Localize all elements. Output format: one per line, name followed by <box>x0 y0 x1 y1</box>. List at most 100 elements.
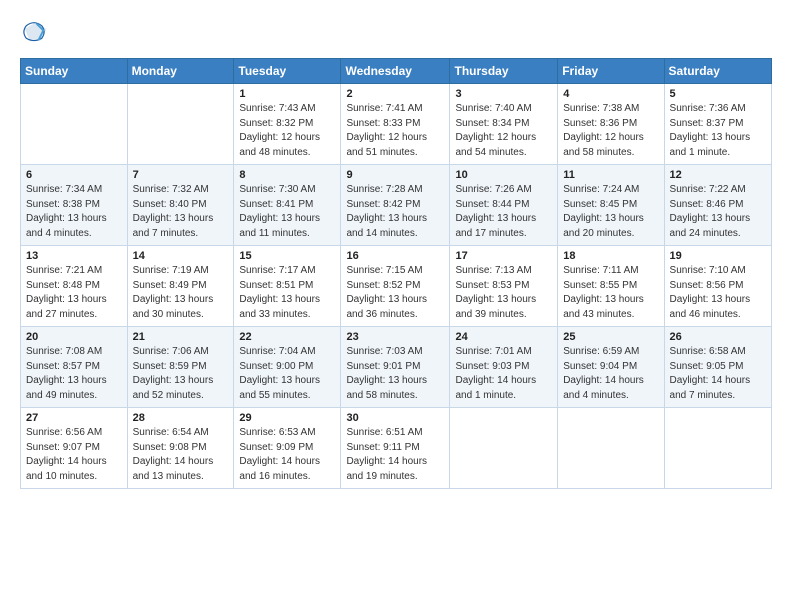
sunset-label: Sunset: <box>239 199 276 210</box>
logo-icon <box>20 18 48 46</box>
day-number: 30 <box>346 412 444 424</box>
calendar-cell <box>21 84 128 165</box>
sunset-label: Sunset: <box>670 280 707 291</box>
sunset-time: 9:07 PM <box>63 442 100 453</box>
calendar-cell: 9 Sunrise: 7:28 AM Sunset: 8:42 PM Dayli… <box>341 165 450 246</box>
calendar-day-header: Tuesday <box>234 59 341 84</box>
daylight-label: Daylight: 13 hours and 4 minutes. <box>26 213 107 239</box>
day-info: Sunrise: 7:30 AM Sunset: 8:41 PM Dayligh… <box>239 183 335 241</box>
calendar-cell: 8 Sunrise: 7:30 AM Sunset: 8:41 PM Dayli… <box>234 165 341 246</box>
daylight-label: Daylight: 12 hours and 48 minutes. <box>239 132 320 158</box>
calendar-cell: 23 Sunrise: 7:03 AM Sunset: 9:01 PM Dayl… <box>341 327 450 408</box>
sunrise-label: Sunrise: <box>563 184 602 195</box>
daylight-label: Daylight: 13 hours and 7 minutes. <box>133 213 214 239</box>
sunset-time: 8:52 PM <box>383 280 420 291</box>
calendar-cell: 13 Sunrise: 7:21 AM Sunset: 8:48 PM Dayl… <box>21 246 128 327</box>
day-info: Sunrise: 7:03 AM Sunset: 9:01 PM Dayligh… <box>346 345 444 403</box>
calendar-cell: 18 Sunrise: 7:11 AM Sunset: 8:55 PM Dayl… <box>558 246 664 327</box>
calendar-cell: 6 Sunrise: 7:34 AM Sunset: 8:38 PM Dayli… <box>21 165 128 246</box>
sunrise-label: Sunrise: <box>670 103 709 114</box>
day-number: 5 <box>670 88 766 100</box>
sunset-time: 8:56 PM <box>706 280 743 291</box>
sunrise-time: 7:21 AM <box>65 265 102 276</box>
sunrise-label: Sunrise: <box>455 103 494 114</box>
day-info: Sunrise: 7:32 AM Sunset: 8:40 PM Dayligh… <box>133 183 229 241</box>
day-info: Sunrise: 7:38 AM Sunset: 8:36 PM Dayligh… <box>563 102 658 160</box>
daylight-label: Daylight: 13 hours and 58 minutes. <box>346 375 427 401</box>
sunset-time: 8:36 PM <box>600 118 637 129</box>
sunset-time: 9:11 PM <box>383 442 420 453</box>
daylight-label: Daylight: 13 hours and 14 minutes. <box>346 213 427 239</box>
sunset-label: Sunset: <box>563 361 600 372</box>
calendar-cell: 21 Sunrise: 7:06 AM Sunset: 8:59 PM Dayl… <box>127 327 234 408</box>
daylight-label: Daylight: 13 hours and 11 minutes. <box>239 213 320 239</box>
sunrise-label: Sunrise: <box>346 184 385 195</box>
sunrise-time: 6:51 AM <box>386 427 423 438</box>
day-number: 29 <box>239 412 335 424</box>
daylight-label: Daylight: 13 hours and 24 minutes. <box>670 213 751 239</box>
sunrise-label: Sunrise: <box>563 265 602 276</box>
sunrise-time: 7:43 AM <box>279 103 316 114</box>
day-info: Sunrise: 6:59 AM Sunset: 9:04 PM Dayligh… <box>563 345 658 403</box>
day-info: Sunrise: 6:56 AM Sunset: 9:07 PM Dayligh… <box>26 426 122 484</box>
sunrise-time: 7:30 AM <box>279 184 316 195</box>
sunrise-label: Sunrise: <box>133 427 172 438</box>
daylight-label: Daylight: 13 hours and 55 minutes. <box>239 375 320 401</box>
sunrise-label: Sunrise: <box>563 103 602 114</box>
sunset-label: Sunset: <box>563 118 600 129</box>
sunrise-label: Sunrise: <box>26 265 65 276</box>
sunset-time: 8:49 PM <box>169 280 206 291</box>
daylight-label: Daylight: 14 hours and 13 minutes. <box>133 456 214 482</box>
sunrise-time: 7:03 AM <box>386 346 423 357</box>
daylight-label: Daylight: 12 hours and 58 minutes. <box>563 132 644 158</box>
sunrise-label: Sunrise: <box>346 265 385 276</box>
sunrise-time: 7:13 AM <box>495 265 532 276</box>
day-info: Sunrise: 7:06 AM Sunset: 8:59 PM Dayligh… <box>133 345 229 403</box>
calendar-cell: 16 Sunrise: 7:15 AM Sunset: 8:52 PM Dayl… <box>341 246 450 327</box>
sunset-time: 8:40 PM <box>169 199 206 210</box>
day-number: 3 <box>455 88 552 100</box>
sunset-time: 8:38 PM <box>63 199 100 210</box>
day-number: 6 <box>26 169 122 181</box>
sunrise-time: 7:08 AM <box>65 346 102 357</box>
day-info: Sunrise: 7:13 AM Sunset: 8:53 PM Dayligh… <box>455 264 552 322</box>
daylight-label: Daylight: 14 hours and 1 minute. <box>455 375 536 401</box>
day-info: Sunrise: 7:04 AM Sunset: 9:00 PM Dayligh… <box>239 345 335 403</box>
daylight-label: Daylight: 13 hours and 46 minutes. <box>670 294 751 320</box>
sunrise-time: 7:15 AM <box>386 265 423 276</box>
day-number: 25 <box>563 331 658 343</box>
sunset-label: Sunset: <box>133 442 170 453</box>
sunrise-label: Sunrise: <box>133 265 172 276</box>
calendar-cell: 14 Sunrise: 7:19 AM Sunset: 8:49 PM Dayl… <box>127 246 234 327</box>
sunset-time: 8:48 PM <box>63 280 100 291</box>
sunset-label: Sunset: <box>563 280 600 291</box>
day-number: 10 <box>455 169 552 181</box>
day-number: 7 <box>133 169 229 181</box>
day-info: Sunrise: 7:43 AM Sunset: 8:32 PM Dayligh… <box>239 102 335 160</box>
day-info: Sunrise: 7:11 AM Sunset: 8:55 PM Dayligh… <box>563 264 658 322</box>
sunset-label: Sunset: <box>133 199 170 210</box>
daylight-label: Daylight: 13 hours and 36 minutes. <box>346 294 427 320</box>
calendar-cell: 11 Sunrise: 7:24 AM Sunset: 8:45 PM Dayl… <box>558 165 664 246</box>
sunrise-label: Sunrise: <box>239 265 278 276</box>
sunrise-time: 6:54 AM <box>172 427 209 438</box>
day-info: Sunrise: 7:21 AM Sunset: 8:48 PM Dayligh… <box>26 264 122 322</box>
day-number: 16 <box>346 250 444 262</box>
calendar-cell: 3 Sunrise: 7:40 AM Sunset: 8:34 PM Dayli… <box>450 84 558 165</box>
daylight-label: Daylight: 13 hours and 39 minutes. <box>455 294 536 320</box>
day-number: 8 <box>239 169 335 181</box>
calendar-cell: 20 Sunrise: 7:08 AM Sunset: 8:57 PM Dayl… <box>21 327 128 408</box>
day-info: Sunrise: 6:53 AM Sunset: 9:09 PM Dayligh… <box>239 426 335 484</box>
sunset-label: Sunset: <box>455 118 492 129</box>
sunrise-time: 7:24 AM <box>603 184 640 195</box>
sunrise-label: Sunrise: <box>239 184 278 195</box>
sunrise-label: Sunrise: <box>26 427 65 438</box>
sunrise-label: Sunrise: <box>670 346 709 357</box>
day-number: 11 <box>563 169 658 181</box>
calendar-cell: 7 Sunrise: 7:32 AM Sunset: 8:40 PM Dayli… <box>127 165 234 246</box>
sunset-label: Sunset: <box>26 361 63 372</box>
sunrise-time: 7:36 AM <box>709 103 746 114</box>
day-number: 23 <box>346 331 444 343</box>
sunset-time: 9:01 PM <box>383 361 420 372</box>
logo <box>20 18 52 46</box>
